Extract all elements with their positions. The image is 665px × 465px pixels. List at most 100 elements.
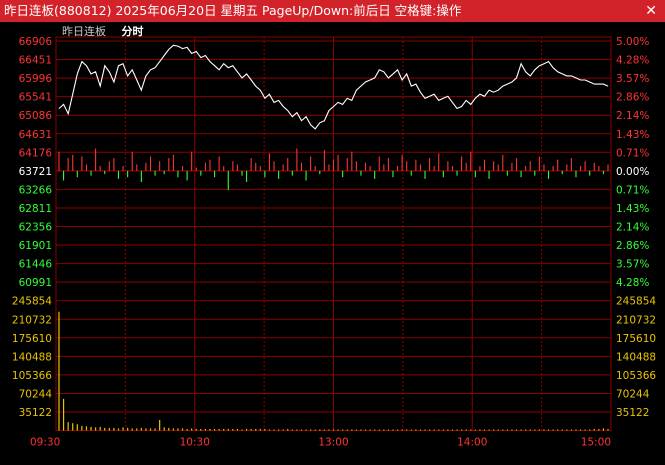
price-tick-label-right: 4.28% bbox=[616, 277, 649, 289]
price-point bbox=[566, 75, 568, 77]
price-point bbox=[388, 77, 389, 79]
price-tick-label-left: 66906 bbox=[19, 36, 53, 48]
price-point bbox=[603, 83, 604, 85]
price-point bbox=[374, 77, 376, 79]
volume-tick-label-left: 245854 bbox=[12, 296, 52, 308]
price-point bbox=[63, 104, 64, 105]
price-point bbox=[141, 89, 142, 91]
close-icon[interactable]: ✕ bbox=[645, 0, 657, 22]
price-point bbox=[539, 65, 540, 66]
price-point bbox=[351, 100, 353, 101]
price-tick-label-right: 5.00% bbox=[616, 36, 649, 48]
price-point bbox=[420, 91, 421, 93]
price-point bbox=[163, 55, 165, 56]
price-point bbox=[392, 73, 394, 75]
price-point bbox=[584, 79, 586, 81]
price-point bbox=[397, 69, 398, 71]
price-point bbox=[90, 73, 92, 75]
price-point bbox=[520, 63, 522, 64]
price-tick-label-right: 0.71% bbox=[616, 184, 649, 196]
price-tick-label-left: 62811 bbox=[19, 203, 52, 215]
volume-tick-label-left: 175610 bbox=[12, 333, 52, 345]
volume-tick-label-right: 210732 bbox=[616, 314, 656, 326]
price-point bbox=[191, 53, 192, 54]
price-point bbox=[470, 104, 472, 105]
price-point bbox=[237, 71, 238, 73]
price-point bbox=[99, 85, 101, 87]
period-tab-intraday[interactable]: 分时 bbox=[122, 25, 144, 38]
price-point bbox=[552, 67, 554, 68]
price-point bbox=[575, 77, 577, 79]
price-tick-label-left: 64176 bbox=[19, 147, 53, 159]
price-tick-label-right: 0.71% bbox=[616, 147, 649, 159]
price-point bbox=[77, 73, 78, 75]
price-point bbox=[379, 69, 380, 71]
price-point bbox=[406, 73, 408, 75]
price-point bbox=[301, 120, 302, 121]
price-point bbox=[438, 100, 440, 101]
price-point bbox=[118, 65, 119, 66]
price-point bbox=[86, 65, 87, 66]
index-name-label: 昨日连板 bbox=[62, 25, 106, 38]
price-point bbox=[580, 79, 581, 81]
price-tick-label-left: 65541 bbox=[19, 92, 52, 104]
intraday-chart[interactable]: 66906 5.00% 66451 4.28% 65996 3.57% 65541 2.86%… bbox=[0, 22, 665, 465]
price-point bbox=[456, 108, 458, 109]
price-point bbox=[324, 120, 325, 121]
price-point bbox=[452, 102, 453, 103]
price-tick-label-right: 3.57% bbox=[616, 73, 649, 85]
volume-tick-label-right: 245854 bbox=[616, 296, 656, 308]
price-point bbox=[205, 55, 206, 56]
price-tick-label-right: 2.14% bbox=[616, 110, 649, 122]
price-point bbox=[415, 83, 417, 85]
price-point bbox=[529, 75, 531, 77]
price-tick-label-left: 62356 bbox=[19, 222, 53, 234]
window-title: 昨日连板(880812) 2025年06月20日 星期五 PageUp/Down… bbox=[4, 3, 462, 18]
price-point bbox=[282, 106, 284, 107]
volume-tick-label-right: 105366 bbox=[616, 370, 656, 382]
price-point bbox=[525, 71, 526, 73]
price-point bbox=[488, 89, 490, 91]
price-tick-label-left: 63721 bbox=[19, 166, 52, 178]
chart-toolbar: 昨日连板 分时 bbox=[62, 23, 156, 39]
price-tick-label-right: 3.57% bbox=[616, 259, 649, 271]
price-point bbox=[543, 63, 545, 64]
price-point bbox=[346, 98, 348, 99]
price-point bbox=[232, 65, 234, 66]
price-point bbox=[200, 57, 202, 58]
price-point bbox=[186, 47, 188, 48]
price-point bbox=[150, 69, 151, 71]
price-point bbox=[159, 61, 160, 62]
volume-tick-label-left: 35122 bbox=[19, 407, 52, 419]
price-point bbox=[401, 79, 403, 81]
price-point bbox=[209, 61, 211, 62]
price-point bbox=[109, 71, 110, 73]
volume-tick-label-left: 140488 bbox=[12, 351, 52, 363]
price-point bbox=[447, 96, 449, 97]
price-tick-label-left: 61901 bbox=[19, 240, 52, 252]
volume-tick-label-right: 35122 bbox=[616, 407, 649, 419]
price-point bbox=[365, 81, 366, 83]
price-point bbox=[484, 96, 485, 97]
price-tick-label-left: 66451 bbox=[19, 55, 52, 67]
price-tick-label-right: 0.00% bbox=[616, 166, 649, 178]
price-point bbox=[292, 116, 293, 117]
price-point bbox=[557, 71, 558, 73]
price-tick-label-left: 65086 bbox=[19, 110, 53, 122]
price-point bbox=[145, 75, 147, 77]
price-point bbox=[287, 110, 289, 111]
time-tick-label: 09:30 bbox=[30, 437, 60, 449]
price-tick-label-right: 2.14% bbox=[616, 222, 649, 234]
time-tick-label: 10:30 bbox=[180, 437, 210, 449]
price-point bbox=[502, 85, 504, 87]
price-point bbox=[154, 67, 156, 68]
chart-canvas[interactable]: 66906 5.00% 66451 4.28% 65996 3.57% 65541 2.86%… bbox=[0, 22, 665, 465]
price-tick-label-left: 64631 bbox=[19, 129, 52, 141]
price-point bbox=[360, 85, 362, 87]
price-point bbox=[314, 128, 316, 130]
price-tick-label-right: 4.28% bbox=[616, 55, 649, 67]
price-point bbox=[72, 93, 73, 95]
price-point bbox=[479, 93, 481, 95]
price-point bbox=[218, 69, 220, 71]
time-tick-label: 15:00 bbox=[581, 437, 611, 449]
